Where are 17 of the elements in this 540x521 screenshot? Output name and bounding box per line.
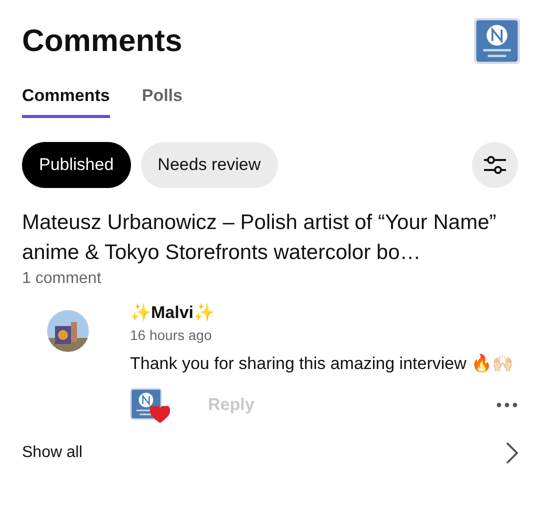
filter-chip[interactable]: Published (22, 142, 131, 188)
show-all-row[interactable]: Show all (22, 442, 518, 464)
tab[interactable]: Comments (22, 86, 110, 118)
comment-count: 1 comment (22, 270, 102, 288)
comment-author[interactable]: ✨Malvi✨ (130, 302, 518, 323)
filter-chip[interactable]: Needs review (140, 142, 278, 188)
show-all-label: Show all (22, 444, 82, 462)
post-title[interactable]: Mateusz Urbanowicz – Polish artist of “Your Name” anime & Tokyo Storefronts watercolor bo… (22, 208, 518, 268)
sliders-icon (483, 155, 507, 175)
more-icon (496, 402, 518, 408)
more-button[interactable] (496, 402, 518, 408)
chevron-icon (506, 442, 518, 464)
page-title: Comments (22, 23, 182, 59)
comment-text: Thank you for sharing this amazing interview 🔥🙌🏻 (130, 353, 514, 374)
filter-settings-button[interactable] (472, 142, 518, 188)
comment-time: 16 hours ago (130, 327, 213, 343)
tab[interactable]: Polls (142, 86, 182, 118)
